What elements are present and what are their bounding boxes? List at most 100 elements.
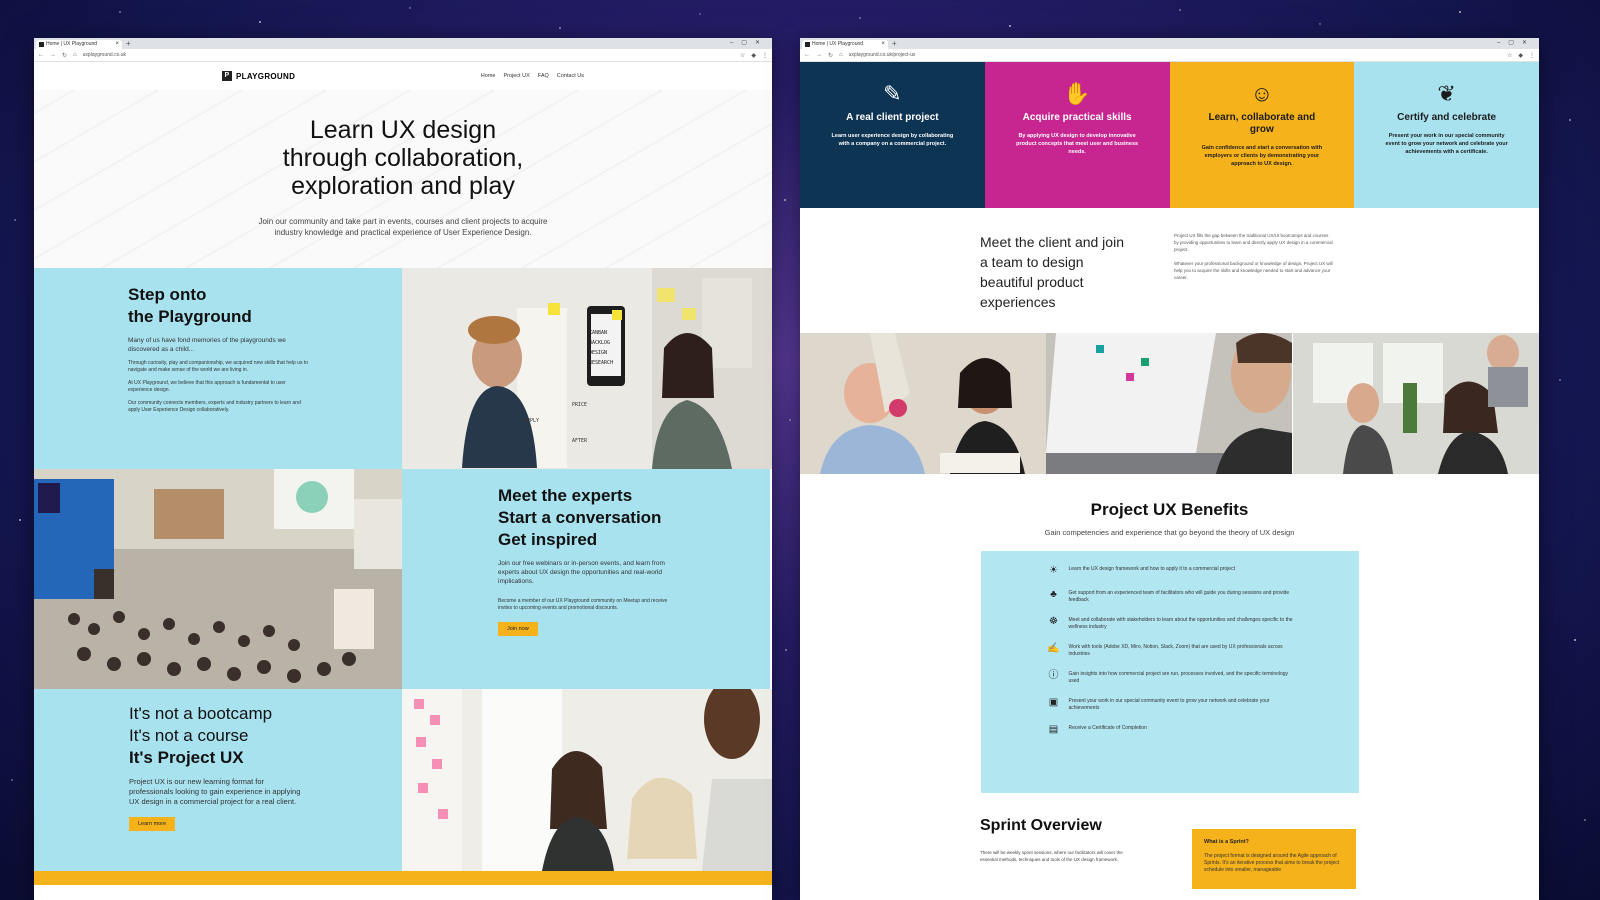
benefit-item: ▤ Receive a Certificate of Completion <box>1047 724 1359 736</box>
card-practical-skills: ✋ Acquire practical skills By applying U… <box>984 62 1170 208</box>
meet-paragraph: Project UX fills the gap between the tra… <box>1174 233 1333 252</box>
back-icon[interactable]: ← <box>804 52 810 58</box>
tools-icon: ✍ <box>1047 643 1060 654</box>
extension-icon[interactable]: ◆ <box>1518 52 1523 59</box>
projectux-text-block: It's not a bootcamp It's not a course It… <box>34 689 402 871</box>
learn-more-button[interactable]: Learn more <box>129 817 176 831</box>
laptop-photo <box>1046 333 1293 474</box>
card-title: Learn, collaborate and grow <box>1208 112 1316 135</box>
footer-accent-strip <box>34 871 772 885</box>
step-lead: Many of us have fond memories of the pla… <box>128 337 286 353</box>
sprint-text-block: Sprint Overview There will be weekly spr… <box>980 817 1140 889</box>
logo-mark-icon: P <box>222 71 232 81</box>
hero-subtitle: Join our community and take part in even… <box>258 217 548 237</box>
experts-title: Meet the experts Start a conversation Ge… <box>498 486 662 549</box>
certificate-icon: ▤ <box>1048 724 1059 735</box>
tab-strip: Home | UX Playground × + –▢✕ <box>800 38 1539 49</box>
left-browser-window: Home | UX Playground × + –▢✕ ← → ↻ ⌂ uxp… <box>34 38 772 900</box>
projectux-body: Project UX is our new learning format fo… <box>129 777 301 806</box>
what-is-sprint-text: The project format is designed around th… <box>1204 853 1340 873</box>
benefits-title: Project UX Benefits <box>1090 500 1249 519</box>
home-icon[interactable]: ⌂ <box>73 52 77 58</box>
what-is-sprint-box: What is a Sprint? The project format is … <box>1192 829 1356 889</box>
address-bar-row: ← → ↻ ⌂ uxplayground.co.uk ☆ ◆ ⋮ <box>34 49 772 62</box>
wall-note: AFTER <box>572 438 588 444</box>
photo-strip <box>800 333 1539 474</box>
card-desc: By applying UX design to develop innovat… <box>1016 133 1139 155</box>
card-certify: ❦ Certify and celebrate Present your wor… <box>1354 62 1539 208</box>
join-now-button[interactable]: Join now <box>498 622 538 636</box>
step-title: Step onto the Playground <box>128 285 252 326</box>
wall-note: PRICE <box>572 402 588 408</box>
site-logo[interactable]: P PLAYGROUND <box>222 71 295 81</box>
right-browser-window: Home | UX Playground × + –▢✕ ← → ↻ ⌂ uxp… <box>800 38 1539 900</box>
close-tab-icon[interactable]: × <box>115 40 119 49</box>
new-tab-icon[interactable]: + <box>126 39 131 49</box>
workshop-photo <box>800 333 1046 474</box>
url-field[interactable]: uxplayground.co.uk/project-ux <box>849 52 1501 58</box>
step-paragraph: Our community connects members, experts … <box>128 400 301 413</box>
meet-description: Project UX fills the gap between the tra… <box>1174 232 1334 333</box>
main-nav: Home Project UX FAQ Contact Us <box>481 73 584 79</box>
wall-note: DESIGN <box>589 350 608 356</box>
card-real-client: ✎ A real client project Learn user exper… <box>800 62 985 208</box>
benefit-item: ♣ Get support from an experienced team o… <box>1047 589 1359 604</box>
hero-section: Learn UX design through collaboration, e… <box>34 90 772 268</box>
tab-strip: Home | UX Playground × + –▢✕ <box>34 38 772 49</box>
kanban-wall-photo: KANBAN BACKLOG DESIGN RESEARCH APPLY PRI… <box>402 268 772 469</box>
url-field[interactable]: uxplayground.co.uk <box>83 52 734 58</box>
nav-project-ux[interactable]: Project UX <box>503 73 529 79</box>
step-section: Step onto the Playground Many of us have… <box>34 268 772 469</box>
reload-icon[interactable]: ↻ <box>828 52 833 59</box>
step-text-block: Step onto the Playground Many of us have… <box>34 268 402 469</box>
home-icon[interactable]: ⌂ <box>839 52 843 58</box>
card-desc: Learn user experience design by collabor… <box>831 133 954 147</box>
wall-note: RESEARCH <box>589 360 614 366</box>
star-icon[interactable]: ☆ <box>740 52 745 59</box>
extension-icon[interactable]: ◆ <box>751 52 756 59</box>
menu-icon[interactable]: ⋮ <box>762 52 768 59</box>
lightbulb-icon: ☀ <box>1049 565 1058 576</box>
browser-tab[interactable]: Home | UX Playground × <box>802 40 888 49</box>
forward-icon[interactable]: → <box>50 52 56 58</box>
close-tab-icon[interactable]: × <box>881 40 885 49</box>
benefits-list: ☀ Learn the UX design framework and how … <box>980 551 1359 793</box>
projectux-section: It's not a bootcamp It's not a course It… <box>34 689 772 871</box>
benefit-item: ▣ Present your work in our special commu… <box>1047 697 1359 712</box>
card-collaborate: ☺ Learn, collaborate and grow Gain confi… <box>1169 62 1355 208</box>
presentation-icon: ▣ <box>1048 697 1059 708</box>
team-photo <box>1292 333 1539 474</box>
favicon-icon <box>805 42 810 47</box>
back-icon[interactable]: ← <box>38 52 44 58</box>
benefit-item: ⓘ Gain insights into how commercial proj… <box>1048 670 1289 684</box>
extensions-area: ☆ ◆ ⋮ <box>1507 52 1535 59</box>
meet-headline: Meet the client and join a team to desig… <box>980 234 1124 310</box>
window-controls[interactable]: –▢✕ <box>730 38 768 48</box>
forward-icon[interactable]: → <box>816 52 822 58</box>
card-title: Certify and celebrate <box>1397 112 1497 123</box>
nav-home[interactable]: Home <box>481 73 496 79</box>
wall-note: BACKLOG <box>589 340 611 346</box>
client-icon: ✎ <box>883 81 902 106</box>
sprint-description: There will be weekly sprint sessions, wh… <box>980 850 1123 862</box>
card-title: A real client project <box>846 112 939 123</box>
experts-lead: Join our free webinars or in-person even… <box>498 560 665 585</box>
reload-icon[interactable]: ↻ <box>62 52 67 59</box>
team-icon: ☺ <box>1250 81 1274 106</box>
info-icon: ⓘ <box>1048 670 1059 681</box>
wall-note: APPLY <box>524 418 540 424</box>
browser-tab[interactable]: Home | UX Playground × <box>36 40 122 49</box>
feature-cards: ✎ A real client project Learn user exper… <box>800 62 1539 208</box>
window-controls[interactable]: –▢✕ <box>1497 38 1535 48</box>
star-icon[interactable]: ☆ <box>1507 52 1512 59</box>
benefit-item: ✍ Work with tools (Adobe XD, Miro, Notio… <box>1047 643 1283 657</box>
experts-paragraph: Become a member of our UX Playground com… <box>498 598 668 611</box>
nav-faq[interactable]: FAQ <box>538 73 549 79</box>
nav-contact[interactable]: Contact Us <box>557 73 584 79</box>
card-desc: Gain confidence and start a conversation… <box>1201 145 1323 167</box>
step-paragraph: Through curiosity, play and companionshi… <box>128 360 309 373</box>
new-tab-icon[interactable]: + <box>892 39 897 49</box>
menu-icon[interactable]: ⋮ <box>1529 52 1535 59</box>
card-title: Acquire practical skills <box>1022 112 1132 123</box>
stakeholders-icon: ☸ <box>1049 616 1058 627</box>
